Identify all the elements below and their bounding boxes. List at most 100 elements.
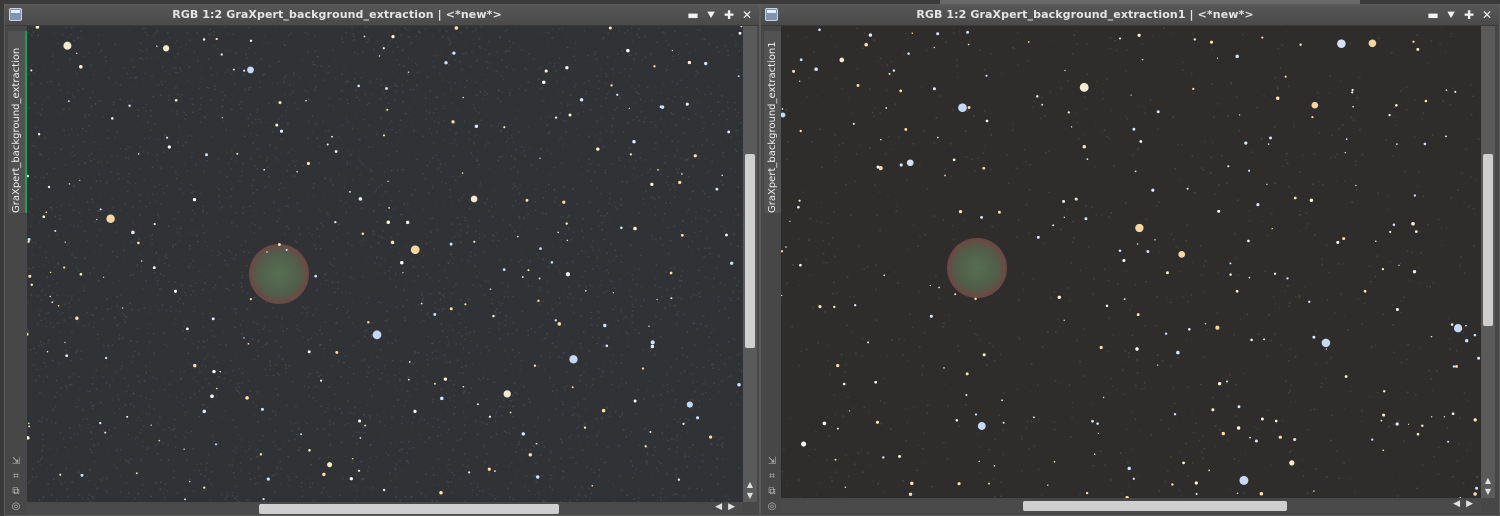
star	[892, 69, 896, 72]
star	[1311, 101, 1319, 109]
star	[1137, 33, 1141, 37]
vertical-scroll-thumb[interactable]	[1483, 154, 1493, 326]
close-button[interactable]: ✕	[1479, 7, 1495, 23]
star	[565, 66, 569, 70]
view-identifier-tab[interactable]: GraXpert_background_extraction	[8, 31, 27, 213]
clone-icon[interactable]: ⧉	[765, 486, 779, 498]
star	[407, 71, 410, 73]
star	[221, 116, 224, 119]
horizontal-scroll-thumb[interactable]	[1023, 501, 1287, 511]
resize-icon[interactable]: ⌗	[9, 471, 23, 483]
star	[1130, 94, 1132, 96]
star	[875, 420, 880, 424]
star	[883, 274, 886, 277]
scroll-right-arrow[interactable]: ▶	[1466, 499, 1479, 509]
star	[96, 218, 98, 221]
target-icon[interactable]: ◎	[765, 501, 779, 513]
star	[502, 268, 506, 271]
window-titlebar[interactable]: RGB 1:2 GraXpert_background_extraction1 …	[761, 5, 1499, 26]
star	[1473, 333, 1477, 337]
horizontal-scroll-thumb[interactable]	[259, 504, 559, 514]
star	[1254, 439, 1258, 443]
star	[464, 303, 467, 306]
star	[1070, 126, 1073, 128]
clone-icon[interactable]: ⧉	[9, 486, 23, 498]
star	[911, 32, 914, 34]
star	[215, 37, 218, 41]
star	[954, 293, 957, 296]
horizontal-scrollbar[interactable]: ◀▶	[27, 502, 743, 515]
scroll-down-arrow[interactable]: ▼	[743, 491, 757, 501]
scroll-down-arrow[interactable]: ▼	[1481, 487, 1495, 497]
star	[278, 101, 282, 105]
star	[680, 233, 684, 237]
minimize-button[interactable]: ▬	[1425, 7, 1441, 23]
shade-button[interactable]: ⯆	[1443, 7, 1459, 23]
star	[79, 179, 81, 181]
scroll-up-arrow[interactable]: ▲	[743, 480, 757, 490]
star	[1256, 203, 1260, 207]
star	[799, 58, 803, 62]
scroll-left-arrow[interactable]: ◀	[715, 502, 728, 512]
star	[406, 220, 410, 225]
star	[836, 364, 840, 368]
star	[1074, 197, 1078, 201]
maximize-button[interactable]: ✚	[721, 7, 737, 23]
star	[358, 469, 361, 472]
star	[988, 482, 990, 485]
image-viewport[interactable]	[27, 26, 745, 502]
star	[1238, 114, 1241, 116]
star	[1412, 270, 1417, 274]
scroll-right-arrow[interactable]: ▶	[728, 502, 741, 512]
shade-button[interactable]: ⯆	[703, 7, 719, 23]
star	[358, 419, 362, 423]
star	[27, 237, 31, 241]
star	[933, 46, 936, 49]
star	[1355, 184, 1357, 187]
star	[955, 419, 959, 422]
image-window-2[interactable]: RGB 1:2 GraXpert_background_extraction1 …	[760, 4, 1500, 516]
zoom-fit-icon[interactable]: ⇲	[9, 456, 23, 468]
star	[202, 38, 206, 41]
star	[126, 415, 129, 418]
star	[626, 48, 630, 53]
scroll-left-arrow[interactable]: ◀	[1453, 499, 1466, 509]
scroll-up-arrow[interactable]: ▲	[1481, 476, 1495, 486]
vertical-scrollbar[interactable]: ▲ ▼	[743, 26, 757, 502]
horizontal-scrollbar[interactable]: ◀▶	[781, 499, 1481, 512]
star	[386, 220, 391, 225]
image-viewport[interactable]	[781, 26, 1481, 498]
star	[1275, 96, 1280, 101]
star	[656, 298, 658, 301]
star	[1248, 169, 1251, 172]
star	[1236, 492, 1239, 494]
window-titlebar[interactable]: RGB 1:2 GraXpert_background_extraction |…	[5, 5, 759, 26]
star	[37, 132, 41, 136]
star	[1053, 460, 1056, 463]
target-icon[interactable]: ◎	[9, 501, 23, 513]
star	[245, 396, 249, 400]
vertical-scroll-thumb[interactable]	[745, 154, 755, 348]
zoom-fit-icon[interactable]: ⇲	[765, 456, 779, 468]
minimize-button[interactable]: ▬	[685, 7, 701, 23]
star	[306, 161, 310, 166]
star	[1477, 356, 1481, 360]
star	[554, 319, 557, 322]
vertical-scrollbar[interactable]: ▲ ▼	[1481, 26, 1495, 498]
star	[352, 458, 354, 460]
star	[528, 453, 533, 457]
star	[80, 473, 84, 477]
star	[1336, 240, 1340, 244]
star	[63, 41, 72, 50]
star	[1308, 300, 1311, 303]
star	[1036, 235, 1040, 239]
image-window-1[interactable]: RGB 1:2 GraXpert_background_extraction |…	[4, 4, 760, 516]
view-identifier-label: GraXpert_background_extraction1	[767, 41, 778, 213]
star	[730, 261, 734, 265]
resize-icon[interactable]: ⌗	[765, 471, 779, 483]
star	[135, 472, 138, 475]
star	[650, 340, 655, 345]
close-button[interactable]: ✕	[739, 7, 755, 23]
maximize-button[interactable]: ✚	[1461, 7, 1477, 23]
star	[1337, 39, 1346, 48]
